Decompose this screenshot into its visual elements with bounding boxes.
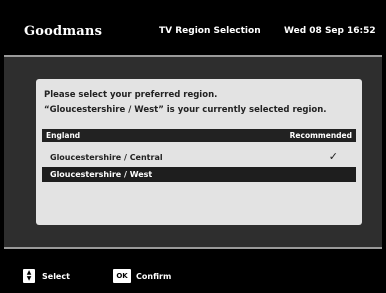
header-bar: Goodmans TV Region Selection Wed 08 Sep … — [4, 4, 382, 55]
up-down-arrows-icon: ▲ ▼ — [23, 269, 35, 283]
ok-key-icon: OK — [113, 269, 131, 283]
current-region-text: “Gloucestershire / West” is your current… — [44, 105, 327, 115]
footer-bar: ▲ ▼ Select OK Confirm — [4, 249, 382, 289]
select-hint: Select — [42, 272, 70, 281]
date-display: Wed 08 Sep — [284, 26, 344, 36]
brand-logo: Goodmans — [24, 24, 103, 39]
region-option-gloucestershire-central[interactable]: Gloucestershire / Central ✓ — [42, 150, 356, 165]
checkmark-icon: ✓ — [328, 150, 338, 163]
region-option-label: Gloucestershire / Central — [50, 153, 163, 162]
tv-screen: Goodmans TV Region Selection Wed 08 Sep … — [4, 4, 382, 289]
time-display: 16:52 — [347, 26, 376, 36]
region-selection-panel: Please select your preferred region. “Gl… — [36, 79, 362, 225]
screen-title: TV Region Selection — [159, 26, 261, 36]
group-name: England — [46, 131, 81, 140]
region-option-gloucestershire-west[interactable]: Gloucestershire / West — [42, 167, 356, 182]
region-group-header: England Recommended — [42, 129, 356, 142]
recommended-label: Recommended — [289, 131, 352, 140]
confirm-hint: Confirm — [136, 272, 172, 281]
instruction-text: Please select your preferred region. — [44, 90, 218, 100]
region-option-label: Gloucestershire / West — [50, 170, 153, 179]
content-area: Please select your preferred region. “Gl… — [4, 57, 382, 247]
